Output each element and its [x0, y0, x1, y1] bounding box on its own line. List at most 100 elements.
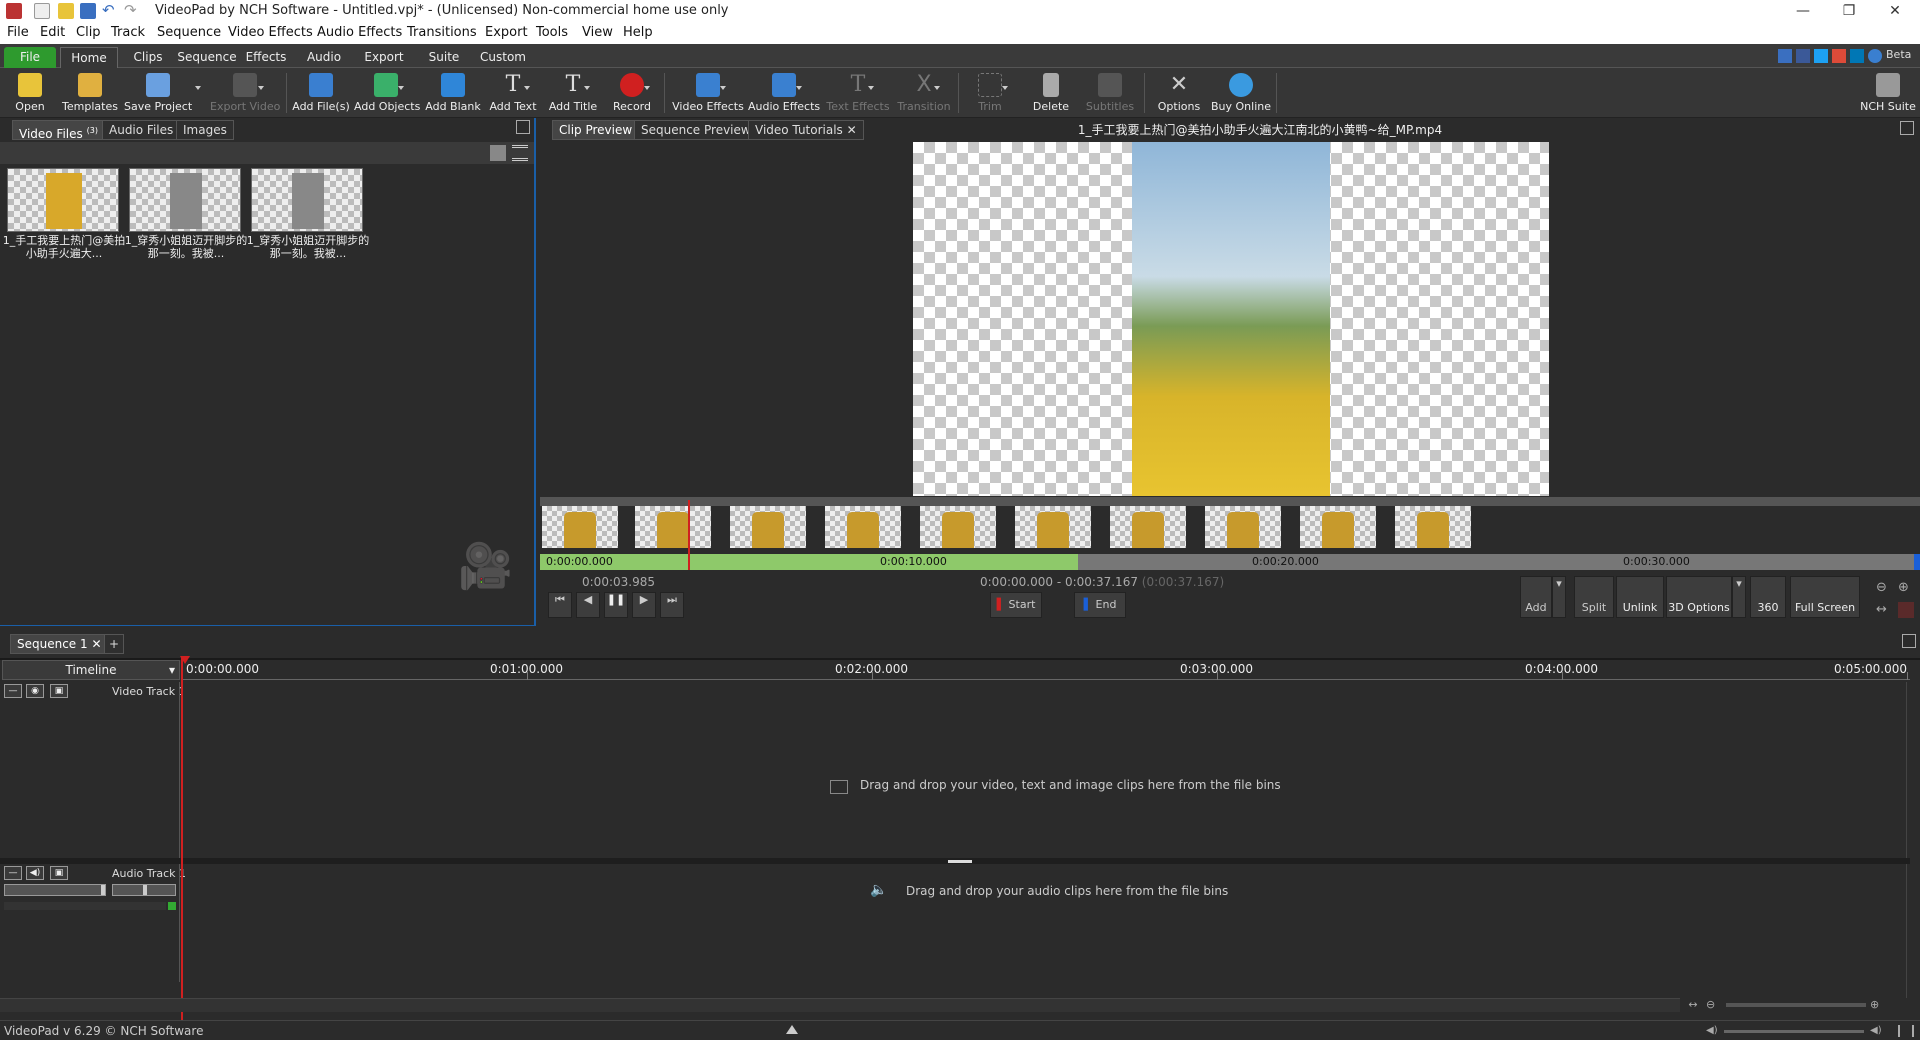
slider-thumb[interactable] — [101, 885, 105, 895]
add-text-button[interactable]: T Add Text — [486, 71, 540, 117]
text-effects-dropdown[interactable] — [868, 86, 874, 90]
add-blank-button[interactable]: Add Blank — [424, 71, 482, 117]
go-to-end-button[interactable]: ⏭ — [660, 592, 684, 618]
trim-button[interactable]: Trim — [964, 71, 1016, 117]
audio-effects-button[interactable]: Audio Effects — [748, 71, 820, 117]
menu-edit[interactable]: Edit — [40, 25, 65, 40]
tab-images[interactable]: Images — [176, 120, 234, 140]
open-folder-icon[interactable] — [58, 3, 74, 19]
menu-track[interactable]: Track — [111, 25, 145, 40]
add-dropdown[interactable]: ▾ — [1552, 576, 1566, 618]
go-to-start-button[interactable]: ⏮ — [548, 592, 572, 618]
3d-options-button[interactable]: 3D Options — [1666, 576, 1732, 618]
record-dropdown[interactable] — [644, 86, 650, 90]
speaker-icon[interactable]: ◀) — [26, 866, 44, 880]
tab-video-tutorials[interactable]: Video Tutorials ✕ — [748, 120, 864, 140]
close-tab-icon[interactable]: ✕ — [91, 637, 101, 651]
volume-icon[interactable]: ◀) — [1706, 1025, 1720, 1037]
tab-video-files[interactable]: Video Files (3) — [12, 120, 105, 141]
video-preview[interactable] — [913, 142, 1549, 496]
add-sequence-button[interactable]: + — [104, 634, 124, 654]
collapse-track-icon[interactable]: — — [4, 684, 22, 698]
timeline-mode-select[interactable]: Timeline ▾ — [2, 660, 180, 680]
set-start-button[interactable]: ▌ Start — [990, 592, 1042, 618]
undock-icon[interactable] — [516, 120, 530, 134]
set-end-button[interactable]: ▌ End — [1074, 592, 1126, 618]
step-forward-button[interactable]: ▶ — [632, 592, 656, 618]
tab-export[interactable]: Export — [360, 47, 408, 68]
transition-dropdown[interactable] — [934, 86, 940, 90]
horizontal-scrollbar[interactable] — [0, 998, 1680, 1012]
expand-panel-icon[interactable] — [786, 1025, 798, 1034]
fit-width-icon[interactable]: ↔ — [1876, 602, 1892, 618]
file-thumbnail[interactable] — [129, 168, 241, 232]
undock-icon[interactable] — [1902, 634, 1916, 648]
buy-online-button[interactable]: Buy Online — [1210, 71, 1272, 117]
timeline-playhead[interactable] — [181, 656, 183, 1024]
tab-sequence-preview[interactable]: Sequence Preview — [634, 120, 758, 140]
redo-icon[interactable]: ↷ — [124, 3, 140, 19]
pan-slider[interactable] — [112, 884, 176, 896]
tab-audio-files[interactable]: Audio Files — [102, 120, 181, 140]
tab-sequence-1[interactable]: Sequence 1 ✕ — [10, 634, 109, 654]
export-video-button[interactable]: Export Video — [210, 71, 280, 117]
video-effects-button[interactable]: Video Effects — [672, 71, 744, 117]
end-marker[interactable] — [1914, 554, 1920, 570]
menu-export[interactable]: Export — [485, 25, 528, 40]
pause-button[interactable]: ❚❚ — [604, 592, 628, 618]
like-icon[interactable] — [1778, 49, 1792, 63]
tab-clip-preview[interactable]: Clip Preview — [552, 120, 640, 140]
add-objects-button[interactable]: Add Objects — [354, 71, 420, 117]
help-icon[interactable] — [1868, 49, 1882, 63]
zoom-in-icon[interactable]: ⊕ — [1870, 998, 1884, 1012]
menu-transitions[interactable]: Transitions — [407, 25, 477, 40]
zoom-out-icon[interactable]: ⊖ — [1706, 998, 1720, 1012]
audio-track-scrollbar[interactable] — [1906, 864, 1918, 998]
trash-icon[interactable] — [490, 145, 506, 161]
options-button[interactable]: ✕ Options — [1152, 71, 1206, 117]
360-button[interactable]: 360 — [1750, 576, 1786, 618]
menu-video-effects[interactable]: Video Effects — [228, 25, 313, 40]
open-button[interactable]: Open — [8, 71, 52, 117]
text-effects-button[interactable]: T Text Effects — [824, 71, 892, 117]
save-icon[interactable] — [80, 3, 96, 19]
add-files-button[interactable]: Add File(s) — [292, 71, 350, 117]
google-plus-icon[interactable] — [1832, 49, 1846, 63]
tab-file[interactable]: File — [4, 47, 56, 68]
trim-dropdown[interactable] — [1002, 86, 1008, 90]
tab-effects[interactable]: Effects — [244, 47, 288, 68]
facebook-icon[interactable] — [1796, 49, 1810, 63]
add-title-button[interactable]: T Add Title — [546, 71, 600, 117]
menu-tools[interactable]: Tools — [536, 25, 568, 40]
visibility-icon[interactable]: ◉ — [26, 684, 44, 698]
collapse-track-icon[interactable]: — — [4, 866, 22, 880]
clip-ruler[interactable]: 0:00:00.000 0:00:10.000 0:00:20.000 0:00… — [540, 554, 1920, 570]
menu-file[interactable]: File — [7, 25, 29, 40]
menu-sequence[interactable]: Sequence — [157, 25, 221, 40]
undo-icon[interactable]: ↶ — [102, 3, 118, 19]
snap-icon[interactable] — [1898, 602, 1914, 618]
templates-button[interactable]: Templates — [62, 71, 118, 117]
twitter-icon[interactable] — [1814, 49, 1828, 63]
preview-playhead[interactable] — [688, 500, 690, 570]
volume-slider[interactable] — [4, 884, 106, 896]
timeline-ruler[interactable]: 0:00:00.000 0:01:00.000 0:02:00.000 0:03… — [182, 660, 1910, 680]
audio-effects-dropdown[interactable] — [796, 86, 802, 90]
splitter-handle[interactable] — [948, 860, 972, 863]
playhead-marker[interactable] — [180, 656, 190, 664]
add-title-dropdown[interactable] — [584, 86, 590, 90]
minimize-button[interactable]: — — [1780, 0, 1826, 24]
add-button[interactable]: Add — [1520, 576, 1552, 618]
split-button[interactable]: Split — [1574, 576, 1614, 618]
tab-clips[interactable]: Clips — [128, 47, 168, 68]
tab-audio[interactable]: Audio — [304, 47, 344, 68]
add-text-dropdown[interactable] — [524, 86, 530, 90]
tab-suite[interactable]: Suite — [424, 47, 464, 68]
linkedin-icon[interactable] — [1850, 49, 1864, 63]
menu-clip[interactable]: Clip — [76, 25, 101, 40]
maximize-button[interactable]: ❐ — [1826, 0, 1872, 24]
file-thumbnail[interactable] — [7, 168, 119, 232]
video-effects-dropdown[interactable] — [720, 86, 726, 90]
menu-view[interactable]: View — [582, 25, 613, 40]
file-thumbnail[interactable] — [251, 168, 363, 232]
